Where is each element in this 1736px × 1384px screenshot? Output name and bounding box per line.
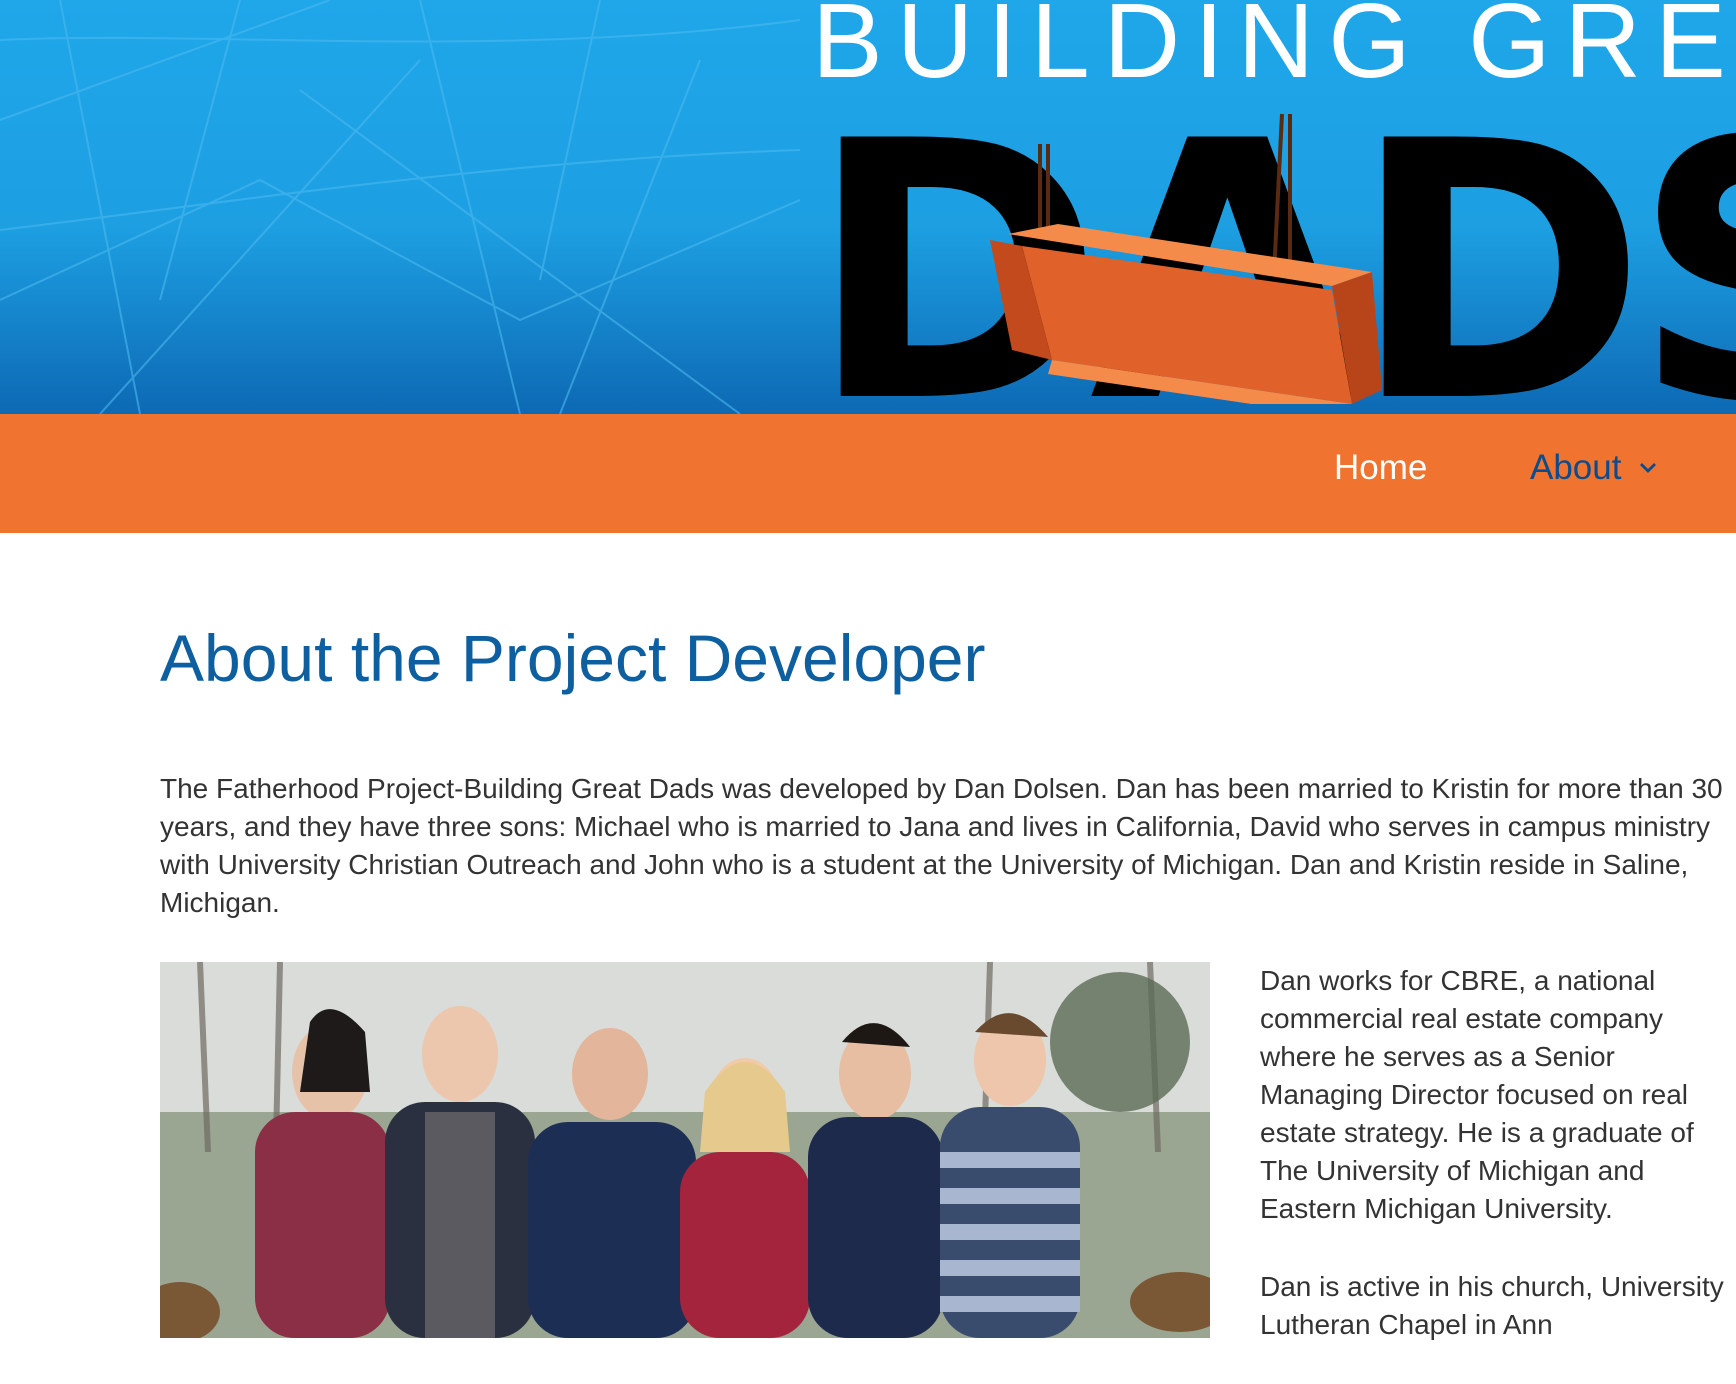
side-paragraph-church: Dan is active in his church, University …	[1260, 1271, 1724, 1340]
side-paragraph-career: Dan works for CBRE, a national commercia…	[1260, 965, 1694, 1224]
page-title: About the Project Developer	[160, 621, 986, 695]
nav-about-link[interactable]: About	[1530, 448, 1659, 488]
nav-home-link[interactable]: Home	[1334, 448, 1427, 488]
logo-building-text: BUILDING GRE	[812, 0, 1736, 100]
chevron-down-icon	[1640, 463, 1657, 473]
side-text: Dan works for CBRE, a national commercia…	[1260, 962, 1736, 1384]
intro-paragraph: The Fatherhood Project-Building Great Da…	[160, 773, 1723, 918]
logo-dads-graphic: DADS	[812, 104, 1736, 404]
family-photo	[160, 962, 1210, 1338]
header-banner: BUILDING GRE DADS	[0, 0, 1736, 414]
nav-about-label: About	[1530, 448, 1622, 487]
main-nav: Home About	[0, 414, 1736, 533]
